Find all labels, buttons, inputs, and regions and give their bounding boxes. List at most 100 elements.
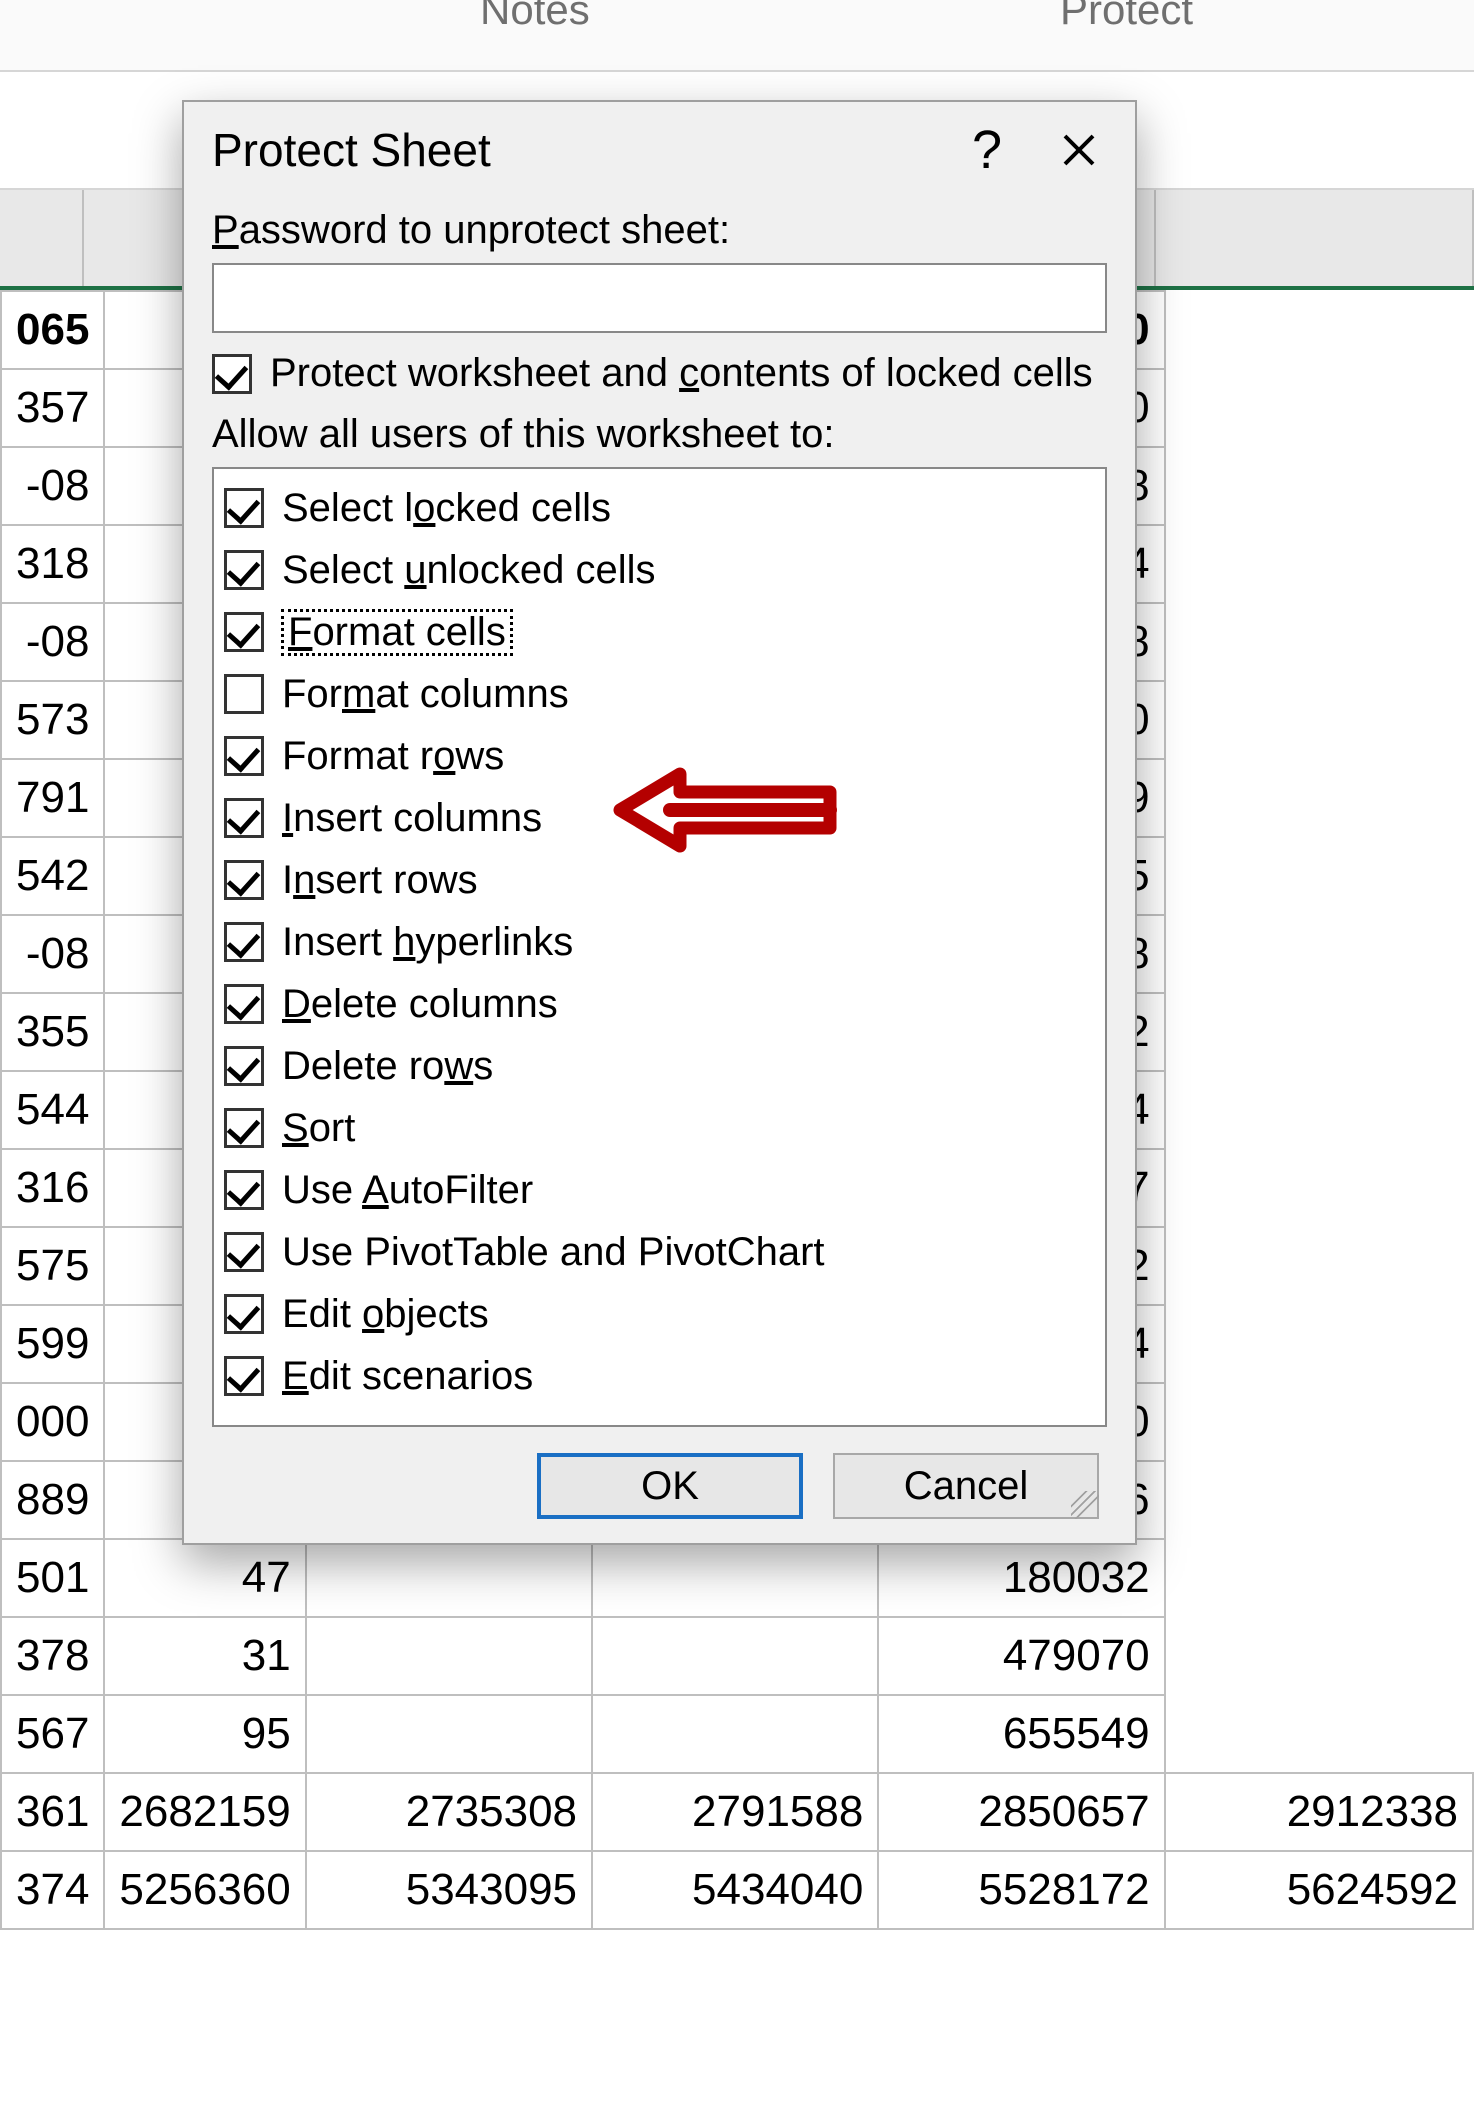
permission-checkbox[interactable] bbox=[224, 860, 264, 900]
allow-users-label: Allow all users of this worksheet to: bbox=[212, 412, 1107, 457]
data-cell[interactable]: 47 bbox=[104, 1539, 305, 1617]
permission-row[interactable]: Format cells bbox=[224, 601, 1095, 663]
permission-row[interactable]: Use AutoFilter bbox=[224, 1159, 1095, 1221]
permission-row[interactable]: Sort bbox=[224, 1097, 1095, 1159]
permission-row[interactable]: Delete columns bbox=[224, 973, 1095, 1035]
cancel-button[interactable]: Cancel bbox=[833, 1453, 1099, 1519]
data-cell[interactable]: 000 bbox=[1, 1383, 104, 1461]
permission-checkbox[interactable] bbox=[224, 550, 264, 590]
data-cell[interactable]: -08 bbox=[1, 915, 104, 993]
data-cell[interactable]: 357 bbox=[1, 369, 104, 447]
help-icon: ? bbox=[972, 119, 1002, 181]
data-cell[interactable]: 599 bbox=[1, 1305, 104, 1383]
data-cell[interactable]: 2735308 bbox=[306, 1773, 592, 1851]
ribbon-group-protect: Protect bbox=[1060, 0, 1193, 34]
permission-label: Use PivotTable and PivotChart bbox=[282, 1230, 825, 1275]
data-cell[interactable]: 2850657 bbox=[878, 1773, 1164, 1851]
permission-row[interactable]: Select locked cells bbox=[224, 477, 1095, 539]
protect-contents-checkbox[interactable] bbox=[212, 354, 252, 394]
permission-checkbox[interactable] bbox=[224, 1170, 264, 1210]
dialog-title: Protect Sheet bbox=[212, 123, 941, 177]
permission-row[interactable]: Delete rows bbox=[224, 1035, 1095, 1097]
permission-row[interactable]: Format rows bbox=[224, 725, 1095, 787]
header-cell[interactable]: 065 bbox=[1, 291, 104, 369]
permission-checkbox[interactable] bbox=[224, 1108, 264, 1148]
data-cell[interactable] bbox=[592, 1539, 878, 1617]
data-cell[interactable]: 2682159 bbox=[104, 1773, 305, 1851]
data-cell[interactable]: 5343095 bbox=[306, 1851, 592, 1929]
data-cell[interactable]: 544 bbox=[1, 1071, 104, 1149]
permission-row[interactable]: Edit objects bbox=[224, 1283, 1095, 1345]
permission-checkbox[interactable] bbox=[224, 612, 264, 652]
data-cell[interactable]: -08 bbox=[1, 603, 104, 681]
dialog-titlebar: Protect Sheet ? bbox=[184, 102, 1135, 198]
permission-row[interactable]: Format columns bbox=[224, 663, 1095, 725]
data-cell[interactable]: 31 bbox=[104, 1617, 305, 1695]
data-cell[interactable]: 501 bbox=[1, 1539, 104, 1617]
permission-label: Insert rows bbox=[282, 858, 478, 903]
permission-label: Format cells bbox=[282, 610, 512, 655]
data-cell[interactable]: 567 bbox=[1, 1695, 104, 1773]
data-cell[interactable] bbox=[306, 1695, 592, 1773]
permission-checkbox[interactable] bbox=[224, 736, 264, 776]
data-cell[interactable]: 889 bbox=[1, 1461, 104, 1539]
help-button[interactable]: ? bbox=[941, 115, 1033, 185]
permission-row[interactable]: Insert rows bbox=[224, 849, 1095, 911]
permission-row[interactable]: Select unlocked cells bbox=[224, 539, 1095, 601]
data-cell[interactable]: 575 bbox=[1, 1227, 104, 1305]
permission-checkbox[interactable] bbox=[224, 1046, 264, 1086]
permission-checkbox[interactable] bbox=[224, 1356, 264, 1396]
close-button[interactable] bbox=[1033, 115, 1125, 185]
ok-button[interactable]: OK bbox=[537, 1453, 803, 1519]
data-cell[interactable]: 95 bbox=[104, 1695, 305, 1773]
data-cell[interactable]: 2912338 bbox=[1165, 1773, 1473, 1851]
data-cell[interactable]: 374 bbox=[1, 1851, 104, 1929]
permission-checkbox[interactable] bbox=[224, 984, 264, 1024]
permission-label: Select locked cells bbox=[282, 486, 611, 531]
permission-label: Select unlocked cells bbox=[282, 548, 656, 593]
column-header[interactable] bbox=[0, 190, 84, 286]
data-cell[interactable]: 5434040 bbox=[592, 1851, 878, 1929]
data-cell[interactable]: 573 bbox=[1, 681, 104, 759]
data-cell[interactable]: 361 bbox=[1, 1773, 104, 1851]
ok-button-label: OK bbox=[641, 1464, 699, 1509]
permissions-listbox[interactable]: Select locked cells Select unlocked cells… bbox=[212, 467, 1107, 1427]
data-cell[interactable]: 5624592 bbox=[1165, 1851, 1473, 1929]
data-cell[interactable]: 2791588 bbox=[592, 1773, 878, 1851]
password-input[interactable] bbox=[212, 263, 1107, 333]
permission-label: Edit scenarios bbox=[282, 1354, 533, 1399]
permission-row[interactable]: Use PivotTable and PivotChart bbox=[224, 1221, 1095, 1283]
permission-checkbox[interactable] bbox=[224, 488, 264, 528]
permission-row[interactable]: Insert hyperlinks bbox=[224, 911, 1095, 973]
permission-checkbox[interactable] bbox=[224, 1294, 264, 1334]
protect-contents-row[interactable]: Protect worksheet and contents of locked… bbox=[212, 351, 1107, 396]
data-cell[interactable] bbox=[592, 1617, 878, 1695]
permission-checkbox[interactable] bbox=[224, 798, 264, 838]
dialog-button-row: OK Cancel bbox=[212, 1453, 1107, 1525]
data-cell[interactable]: 355 bbox=[1, 993, 104, 1071]
data-cell[interactable]: 378 bbox=[1, 1617, 104, 1695]
resize-grip-icon[interactable] bbox=[1071, 1491, 1099, 1519]
permission-checkbox[interactable] bbox=[224, 922, 264, 962]
data-cell[interactable]: 5256360 bbox=[104, 1851, 305, 1929]
permission-row[interactable]: Insert columns bbox=[224, 787, 1095, 849]
data-cell[interactable]: 318 bbox=[1, 525, 104, 603]
data-cell[interactable]: 791 bbox=[1, 759, 104, 837]
protect-contents-label: Protect worksheet and contents of locked… bbox=[270, 351, 1093, 396]
data-cell[interactable]: 655549 bbox=[878, 1695, 1164, 1773]
permission-checkbox[interactable] bbox=[224, 1232, 264, 1272]
data-cell[interactable]: 316 bbox=[1, 1149, 104, 1227]
data-cell[interactable]: 542 bbox=[1, 837, 104, 915]
data-cell[interactable] bbox=[592, 1695, 878, 1773]
data-cell[interactable]: 479070 bbox=[878, 1617, 1164, 1695]
permission-label: Sort bbox=[282, 1106, 355, 1151]
data-cell[interactable]: -08 bbox=[1, 447, 104, 525]
close-icon bbox=[1059, 130, 1099, 170]
data-cell[interactable] bbox=[306, 1617, 592, 1695]
data-cell[interactable]: 5528172 bbox=[878, 1851, 1164, 1929]
data-cell[interactable] bbox=[306, 1539, 592, 1617]
permission-row[interactable]: Edit scenarios bbox=[224, 1345, 1095, 1407]
data-cell[interactable]: 180032 bbox=[878, 1539, 1164, 1617]
permission-label: Format rows bbox=[282, 734, 504, 779]
permission-checkbox[interactable] bbox=[224, 674, 264, 714]
